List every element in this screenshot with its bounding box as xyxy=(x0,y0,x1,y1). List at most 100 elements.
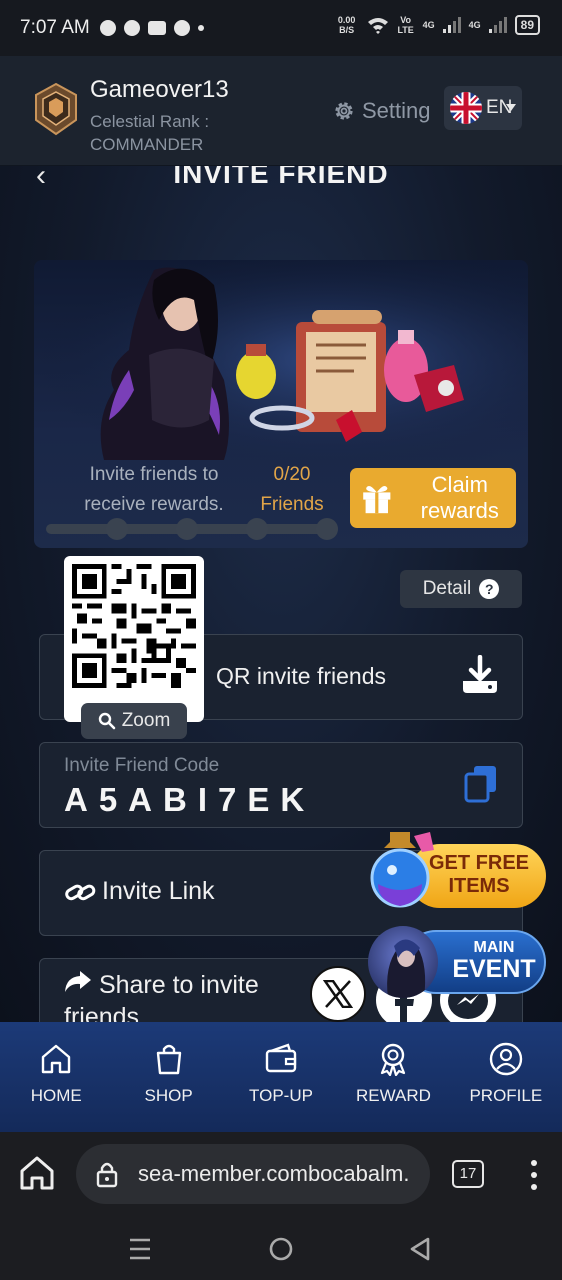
gift-icon xyxy=(363,486,391,514)
main-event-label: MAIN EVENT xyxy=(444,940,544,983)
invite-reward-text: Invite friends to receive rewards. xyxy=(84,464,224,515)
nav-shop-label: SHOP xyxy=(144,1086,193,1105)
volte-label: Vo LTE xyxy=(397,15,414,35)
lock-icon xyxy=(96,1162,118,1188)
wifi-icon xyxy=(367,18,388,34)
notification-icons xyxy=(99,20,204,36)
rank-badge-icon xyxy=(35,82,77,136)
address-bar[interactable]: sea-member.combocabalm. xyxy=(76,1144,430,1204)
url-text: sea-member.combocabalm. xyxy=(138,1161,410,1186)
system-navigation-bar xyxy=(0,1216,562,1280)
qr-invite-label: QR invite friends xyxy=(216,663,387,689)
recent-apps-icon[interactable] xyxy=(128,1238,152,1260)
snapchat-icon xyxy=(99,20,116,36)
shopping-bag-icon xyxy=(156,1044,181,1075)
share-label: Share to invite friends xyxy=(64,971,259,1022)
qr-code xyxy=(72,564,196,688)
share-row: Share to invite friends xyxy=(64,969,304,1022)
zoom-button[interactable]: Zoom xyxy=(81,703,187,739)
magnifier-icon xyxy=(98,712,116,730)
main-event-small: MAIN xyxy=(473,939,515,956)
main-event-big: EVENT xyxy=(452,955,536,983)
net-speed: 0.00 B/S xyxy=(337,15,356,35)
rank-info: Celestial Rank : COMMANDER xyxy=(90,110,209,156)
invite-code-label: Invite Friend Code xyxy=(64,755,220,776)
status-time: 7:07 AM xyxy=(20,17,90,38)
gear-icon xyxy=(335,102,353,120)
share-arrow-icon xyxy=(65,971,91,992)
rank-label: Celestial Rank : xyxy=(90,112,210,131)
nav-reward[interactable]: REWARD xyxy=(337,1022,449,1132)
friend-count-value: 0/20 xyxy=(273,464,311,485)
banner-illustration xyxy=(34,260,528,460)
nav-home-label: HOME xyxy=(30,1086,82,1105)
username: Gameover13 xyxy=(90,76,229,103)
user-icon xyxy=(489,1042,523,1076)
nav-home[interactable]: HOME xyxy=(0,1022,112,1132)
friends-label: Friends xyxy=(260,494,324,515)
x-twitter-share-button[interactable] xyxy=(310,966,366,1022)
nav-topup[interactable]: TOP-UP xyxy=(225,1022,337,1132)
progress-milestone xyxy=(316,518,338,540)
detail-label: Detail xyxy=(422,578,472,599)
nav-profile-label: PROFILE xyxy=(469,1086,543,1105)
main-event-character-image xyxy=(368,926,438,998)
battery-icon: 89 xyxy=(514,15,540,35)
hotspot-icon xyxy=(173,20,190,36)
signal-4g-2: 4G xyxy=(468,20,481,30)
invite-code-value[interactable]: A5ABI7EK xyxy=(64,781,315,819)
uk-flag-icon xyxy=(450,92,482,124)
page-title: INVITE FRIEND xyxy=(173,166,389,189)
qr-code-image[interactable] xyxy=(64,556,204,722)
nav-shop[interactable]: SHOP xyxy=(112,1022,224,1132)
invite-link-label: Invite Link xyxy=(102,877,215,905)
help-icon: ? xyxy=(479,579,500,599)
chevron-down-icon xyxy=(506,104,516,111)
tab-switcher-button[interactable]: 17 xyxy=(452,1160,484,1188)
app-header: Gameover13 Celestial Rank : COMMANDER Se… xyxy=(0,56,562,166)
signal-bars-icon-2 xyxy=(488,17,507,33)
copy-icon[interactable] xyxy=(464,765,498,803)
invite-progress-bar xyxy=(46,518,338,540)
medal-icon xyxy=(381,1043,406,1076)
more-vert-icon[interactable] xyxy=(524,1158,544,1192)
browser-home-icon[interactable] xyxy=(18,1154,56,1192)
progress-milestone xyxy=(176,518,198,540)
claim-rewards-button[interactable]: Claim rewards xyxy=(350,468,516,528)
invite-link-row: Invite Link xyxy=(64,877,215,906)
home-icon xyxy=(42,1044,71,1074)
friend-count: 0/20 Friends xyxy=(242,460,342,520)
invite-code-card: Invite Friend Code A5ABI7EK xyxy=(39,742,523,828)
steering-wheel-icon xyxy=(123,20,140,36)
get-free-items-button[interactable]: GET FREE ITEMS xyxy=(364,826,548,918)
claim-rewards-label: Claim rewards xyxy=(420,472,499,523)
reward-banner: Invite friends to receive rewards. 0/20 … xyxy=(34,260,528,548)
bottom-navigation: HOME SHOP TOP-UP REWARD PROFILE xyxy=(0,1022,562,1132)
zoom-label: Zoom xyxy=(121,710,171,731)
system-icons: 0.00 B/S Vo LTE 4G 4G 89 xyxy=(335,15,540,35)
more-notifications-dot xyxy=(197,25,204,31)
setting-label: Setting xyxy=(362,98,431,123)
nav-reward-label: REWARD xyxy=(355,1086,431,1105)
wallet-icon xyxy=(265,1043,297,1073)
home-circle-icon[interactable] xyxy=(268,1236,294,1262)
status-bar: 7:07 AM 0.00 B/S Vo LTE 4G 4G 89 xyxy=(0,0,562,56)
language-selector[interactable]: EN xyxy=(444,86,522,130)
progress-milestone xyxy=(246,518,268,540)
invite-friend-page: ‹ INVITE FRIEND Invite friends to receiv… xyxy=(0,166,562,1022)
main-event-button[interactable]: MAIN EVENT xyxy=(364,926,548,998)
browser-toolbar: sea-member.combocabalm. 17 xyxy=(0,1132,562,1216)
signal-4g-1: 4G xyxy=(422,20,435,30)
x-logo-icon xyxy=(323,980,353,1008)
nav-profile[interactable]: PROFILE xyxy=(450,1022,562,1132)
download-icon[interactable] xyxy=(460,655,500,695)
link-icon xyxy=(65,884,96,900)
youtube-icon xyxy=(147,21,166,35)
nav-topup-label: TOP-UP xyxy=(249,1086,313,1105)
setting-button[interactable]: Setting xyxy=(332,98,431,124)
potion-flask-icon xyxy=(370,832,434,908)
progress-milestone xyxy=(106,518,128,540)
back-triangle-icon[interactable] xyxy=(408,1236,432,1262)
detail-button[interactable]: Detail ? xyxy=(400,570,522,608)
signal-bars-icon xyxy=(442,17,461,33)
